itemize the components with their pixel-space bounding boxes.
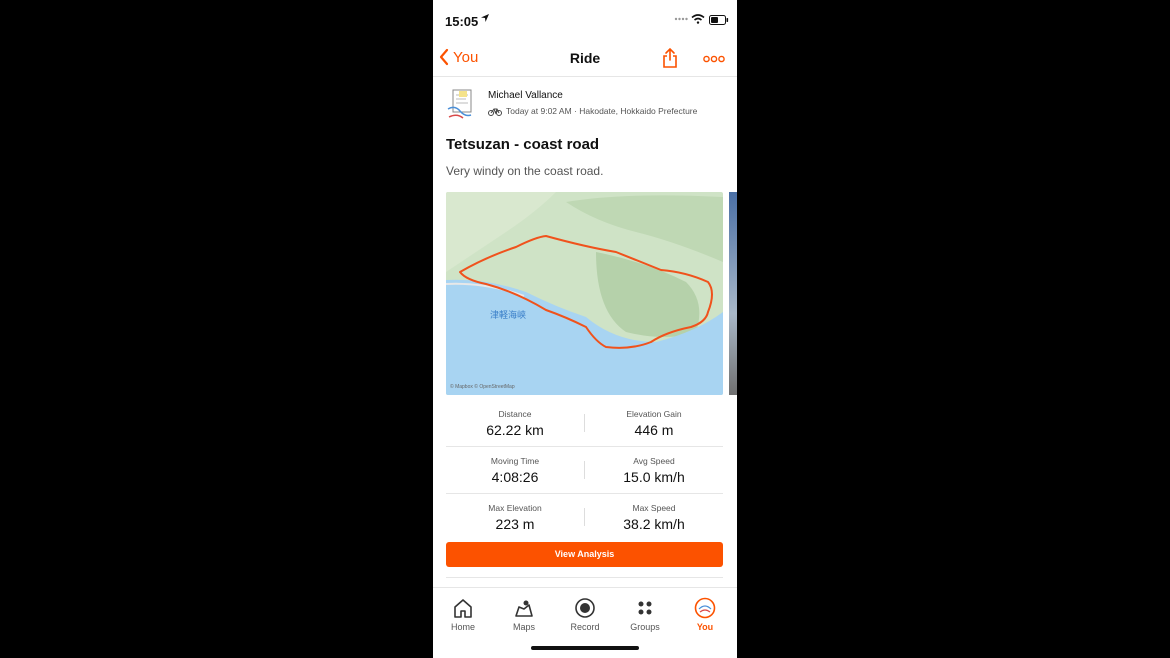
home-icon [454, 599, 472, 618]
tab-record[interactable]: Record [555, 596, 615, 632]
map-attribution: © Mapbox © OpenStreetMap [450, 384, 515, 390]
tab-label: You [696, 622, 714, 632]
navigation-bar: You Ride [433, 42, 737, 77]
home-indicator[interactable] [531, 646, 639, 650]
stat-value: 62.22 km [486, 422, 544, 438]
maps-icon [515, 600, 533, 617]
stat-value: 446 m [634, 422, 674, 438]
route-map[interactable]: 津軽海峡 © Mapbox © OpenStreetMap [446, 192, 723, 395]
section-divider [446, 577, 723, 578]
athlete-avatar[interactable] [445, 87, 479, 121]
battery-icon [709, 15, 729, 25]
stats-row: Distance 62.22 km Elevation Gain 446 m [446, 400, 723, 447]
stat-value: 15.0 km/h [623, 469, 685, 485]
activity-title: Tetsuzan - coast road [446, 136, 600, 153]
stat-label: Distance [498, 409, 532, 419]
tab-label: Maps [512, 622, 535, 632]
cellular-signal-icon [674, 17, 688, 21]
stats-row: Max Elevation 223 m Max Speed 38.2 km/h [446, 494, 723, 540]
page-title: Ride [569, 50, 601, 66]
more-options-icon[interactable] [703, 55, 725, 63]
wifi-icon [691, 14, 705, 24]
activity-meta: Today at 9:02 AM · Hakodate, Hokkaido Pr… [488, 106, 697, 116]
stat-max-speed: Max Speed 38.2 km/h [585, 494, 723, 540]
map-sea-label: 津軽海峡 [490, 310, 527, 320]
profile-icon [694, 597, 716, 619]
location-arrow-icon [481, 14, 489, 22]
status-time: 15:05 [445, 14, 479, 29]
stat-value: 223 m [495, 516, 535, 532]
tab-you[interactable]: You [675, 596, 735, 632]
stat-max-elevation: Max Elevation 223 m [446, 494, 584, 540]
tab-groups[interactable]: Groups [615, 596, 675, 632]
tab-maps[interactable]: Maps [494, 596, 554, 632]
status-bar: 15:05 [433, 0, 737, 42]
stat-label: Elevation Gain [626, 409, 682, 419]
tab-bar: Home Maps Record Groups You [433, 587, 737, 658]
activity-description: Very windy on the coast road. [446, 164, 604, 178]
athlete-name[interactable]: Michael Vallance [488, 90, 563, 101]
stat-moving-time: Moving Time 4:08:26 [446, 447, 584, 493]
record-icon [575, 598, 595, 618]
stats-row: Moving Time 4:08:26 Avg Speed 15.0 km/h [446, 447, 723, 494]
stat-label: Avg Speed [633, 456, 675, 466]
stat-value: 38.2 km/h [623, 516, 685, 532]
route-map-graphic [446, 192, 723, 395]
stat-label: Max Elevation [488, 503, 542, 513]
stat-value: 4:08:26 [491, 469, 539, 485]
stats-grid: Distance 62.22 km Elevation Gain 446 m M… [446, 400, 723, 540]
stat-elevation-gain: Elevation Gain 446 m [585, 400, 723, 446]
bike-icon [488, 108, 502, 116]
stat-distance: Distance 62.22 km [446, 400, 584, 446]
tab-label: Record [570, 622, 600, 632]
tab-label: Groups [630, 622, 660, 632]
tab-home[interactable]: Home [433, 596, 493, 632]
activity-detail: Michael Vallance Today at 9:02 AM · Hako… [433, 77, 737, 588]
share-icon[interactable] [661, 47, 679, 69]
stat-avg-speed: Avg Speed 15.0 km/h [585, 447, 723, 493]
activity-meta-text: Today at 9:02 AM · Hakodate, Hokkaido Pr… [506, 106, 698, 116]
view-analysis-button[interactable]: View Analysis [446, 542, 723, 567]
stat-label: Moving Time [490, 456, 540, 466]
tab-label: Home [450, 622, 475, 632]
phone-screen: 15:05 You Ride Michael Vallance Today at… [433, 0, 737, 658]
next-photo-preview[interactable] [729, 192, 737, 395]
groups-icon [638, 601, 652, 615]
stat-label: Max Speed [632, 503, 676, 513]
